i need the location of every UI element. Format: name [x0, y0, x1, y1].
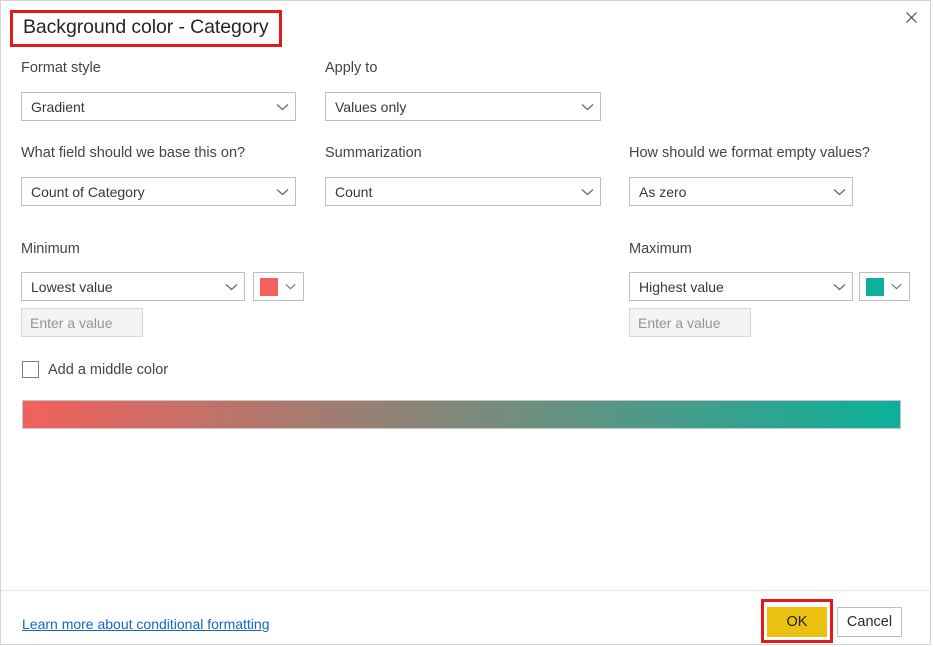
cancel-button[interactable]: Cancel: [837, 607, 902, 637]
add-middle-color-label: Add a middle color: [48, 361, 169, 378]
summarization-dropdown[interactable]: Count: [325, 177, 601, 206]
footer-divider: [1, 590, 930, 591]
empty-values-value: As zero: [639, 183, 687, 200]
dialog-title-highlight: Background color - Category: [10, 10, 282, 47]
base-field-dropdown[interactable]: Count of Category: [21, 177, 296, 206]
add-middle-color-checkbox-row[interactable]: Add a middle color: [22, 361, 168, 378]
close-glyph: [905, 11, 917, 23]
gradient-preview-bar: [22, 400, 901, 429]
maximum-value: Highest value: [639, 278, 724, 295]
maximum-label: Maximum: [629, 241, 692, 257]
format-style-value: Gradient: [31, 98, 85, 115]
empty-values-label: How should we format empty values?: [629, 145, 870, 161]
minimum-value-input-wrap[interactable]: [21, 308, 143, 337]
minimum-color-swatch: [260, 277, 278, 296]
maximum-value-input[interactable]: [630, 309, 750, 336]
conditional-formatting-dialog: Background color - Category Format style…: [0, 0, 931, 645]
minimum-color-picker[interactable]: [253, 272, 304, 301]
format-style-label: Format style: [21, 60, 101, 76]
chevron-down-icon: [574, 93, 600, 120]
minimum-dropdown[interactable]: Lowest value: [21, 272, 245, 301]
ok-button[interactable]: OK: [767, 607, 827, 637]
format-style-dropdown[interactable]: Gradient: [21, 92, 296, 121]
summarization-label: Summarization: [325, 145, 422, 161]
apply-to-label: Apply to: [325, 60, 378, 76]
chevron-down-icon: [826, 178, 852, 205]
minimum-value: Lowest value: [31, 278, 113, 295]
chevron-down-icon: [269, 93, 295, 120]
chevron-down-icon: [269, 178, 295, 205]
maximum-color-picker[interactable]: [859, 272, 910, 301]
empty-values-dropdown[interactable]: As zero: [629, 177, 853, 206]
chevron-down-icon: [574, 178, 600, 205]
apply-to-value: Values only: [335, 98, 407, 115]
add-middle-color-checkbox[interactable]: [22, 361, 39, 378]
summarization-value: Count: [335, 183, 373, 200]
learn-more-link[interactable]: Learn more about conditional formatting: [22, 616, 269, 632]
maximum-dropdown[interactable]: Highest value: [629, 272, 853, 301]
chevron-down-icon: [826, 273, 852, 300]
base-field-label: What field should we base this on?: [21, 145, 246, 161]
page-title: Background color - Category: [23, 16, 269, 38]
minimum-value-input[interactable]: [22, 309, 142, 336]
maximum-color-swatch: [866, 277, 884, 296]
apply-to-dropdown[interactable]: Values only: [325, 92, 601, 121]
base-field-value: Count of Category: [31, 183, 145, 200]
maximum-value-input-wrap[interactable]: [629, 308, 751, 337]
chevron-down-icon: [278, 273, 302, 300]
minimum-label: Minimum: [21, 241, 80, 257]
close-icon[interactable]: [896, 3, 926, 31]
chevron-down-icon: [218, 273, 244, 300]
chevron-down-icon: [884, 273, 908, 300]
